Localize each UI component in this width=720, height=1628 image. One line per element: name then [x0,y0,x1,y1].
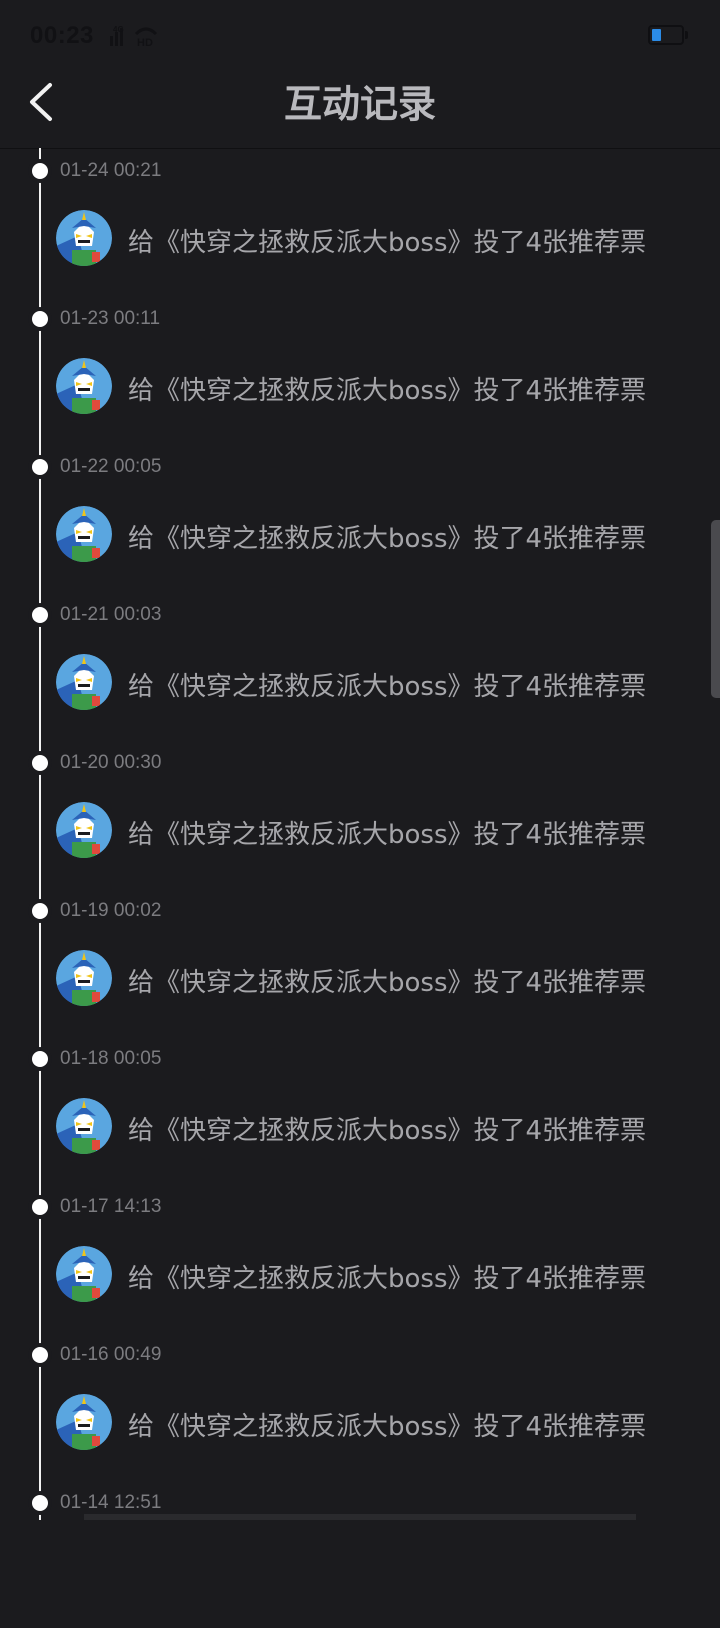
record-item: 01-18 00:05 给《快穿之拯救反派大boss》投了4张推荐票 [0,1036,720,1184]
timeline-dot [32,755,48,771]
timeline-dot [32,1051,48,1067]
record-item: 01-24 00:21 给《快穿之拯救反派大boss》投了4张推荐票 [0,148,720,296]
avatar[interactable] [56,358,112,414]
battery-tip [685,31,688,39]
avatar-robot-icon [56,802,112,858]
record-time: 01-19 00:02 [60,900,162,921]
record-item: 01-16 00:49 给《快穿之拯救反派大boss》投了4张推荐票 [0,1332,720,1480]
record-text[interactable]: 给《快穿之拯救反派大boss》投了4张推荐票 [128,814,646,851]
avatar[interactable] [56,654,112,710]
record-time: 01-16 00:49 [60,1344,162,1365]
timeline-dot [32,1495,48,1511]
battery-level [652,29,661,41]
avatar[interactable] [56,1098,112,1154]
timeline-dot [32,459,48,475]
timeline-dot [32,1199,48,1215]
record-item: 01-21 00:03 给《快穿之拯救反派大boss》投了4张推荐票 [0,592,720,740]
record-time: 01-18 00:05 [60,1048,162,1069]
record-item: 01-23 00:11 给《快穿之拯救反派大boss》投了4张推荐票 [0,296,720,444]
record-time: 01-17 14:13 [60,1196,162,1217]
battery-icon [648,25,684,45]
status-bar: 00:23 4G HD [0,0,720,72]
record-text[interactable]: 给《快穿之拯救反派大boss》投了4张推荐票 [128,1258,646,1295]
page-title: 互动记录 [283,81,436,126]
avatar[interactable] [56,1246,112,1302]
record-time: 01-14 12:51 [60,1492,162,1513]
avatar[interactable] [56,506,112,562]
avatar-robot-icon [56,210,112,266]
avatar-robot-icon [56,506,112,562]
record-time: 01-20 00:30 [60,752,162,773]
record-time: 01-23 00:11 [60,308,161,329]
record-text[interactable]: 给《快穿之拯救反派大boss》投了4张推荐票 [128,518,646,555]
record-item: 01-14 12:51 [0,1480,720,1628]
record-item: 01-22 00:05 给《快穿之拯救反派大boss》投了4张推荐票 [0,444,720,592]
record-text[interactable]: 给《快穿之拯救反派大boss》投了4张推荐票 [128,370,646,407]
nav-bar: 互动记录 [0,72,720,149]
timeline-dot [32,903,48,919]
record-time: 01-21 00:03 [60,604,162,625]
timeline-dot [32,311,48,327]
avatar-robot-icon [56,654,112,710]
record-item: 01-19 00:02 给《快穿之拯救反派大boss》投了4张推荐票 [0,888,720,1036]
avatar-robot-icon [56,1098,112,1154]
record-item: 01-20 00:30 给《快穿之拯救反派大boss》投了4张推荐票 [0,740,720,888]
timeline-dot [32,607,48,623]
avatar[interactable] [56,1394,112,1450]
bottom-edge [84,1514,636,1520]
record-text[interactable]: 给《快穿之拯救反派大boss》投了4张推荐票 [128,1110,646,1147]
timeline-dot [32,1347,48,1363]
record-text[interactable]: 给《快穿之拯救反派大boss》投了4张推荐票 [128,222,646,259]
record-time: 01-22 00:05 [60,456,162,477]
svg-text:HD: HD [137,37,153,49]
avatar[interactable] [56,210,112,266]
record-text[interactable]: 给《快穿之拯救反派大boss》投了4张推荐票 [128,1406,646,1443]
interaction-timeline: 01-24 00:21 给《快穿之拯救反派大boss》投了4张推荐票 01-23… [0,148,720,1520]
signal-hd-icon: 4G HD [110,25,158,49]
record-text[interactable]: 给《快穿之拯救反派大boss》投了4张推荐票 [128,962,646,999]
avatar[interactable] [56,802,112,858]
record-item: 01-17 14:13 给《快穿之拯救反派大boss》投了4张推荐票 [0,1184,720,1332]
record-text[interactable]: 给《快穿之拯救反派大boss》投了4张推荐票 [128,666,646,703]
record-time: 01-24 00:21 [60,160,162,181]
avatar-robot-icon [56,358,112,414]
svg-text:4G: 4G [113,25,124,34]
avatar-robot-icon [56,1246,112,1302]
avatar-robot-icon [56,950,112,1006]
timeline-dot [32,163,48,179]
avatar-robot-icon [56,1394,112,1450]
avatar[interactable] [56,950,112,1006]
scrollbar[interactable] [711,520,720,698]
status-time: 00:23 [30,22,94,49]
